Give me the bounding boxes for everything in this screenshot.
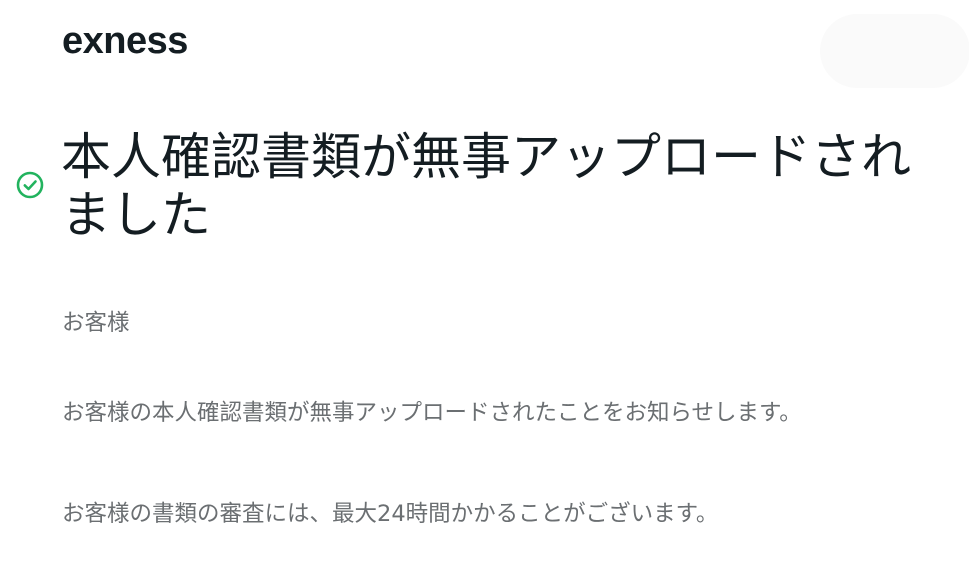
- check-circle-icon: [16, 171, 44, 199]
- upload-confirmation-text: お客様の本人確認書類が無事アップロードされたことをお知らせします。: [62, 400, 802, 426]
- exness-logo[interactable]: exness: [62, 22, 188, 60]
- page-title: 本人確認書類が無事アップロードされました: [61, 128, 911, 244]
- review-time-text: お客様の書類の審査には、最大24時間かかることがございます。: [62, 501, 719, 527]
- greeting-text: お客様: [62, 310, 130, 336]
- header-button[interactable]: [820, 14, 969, 88]
